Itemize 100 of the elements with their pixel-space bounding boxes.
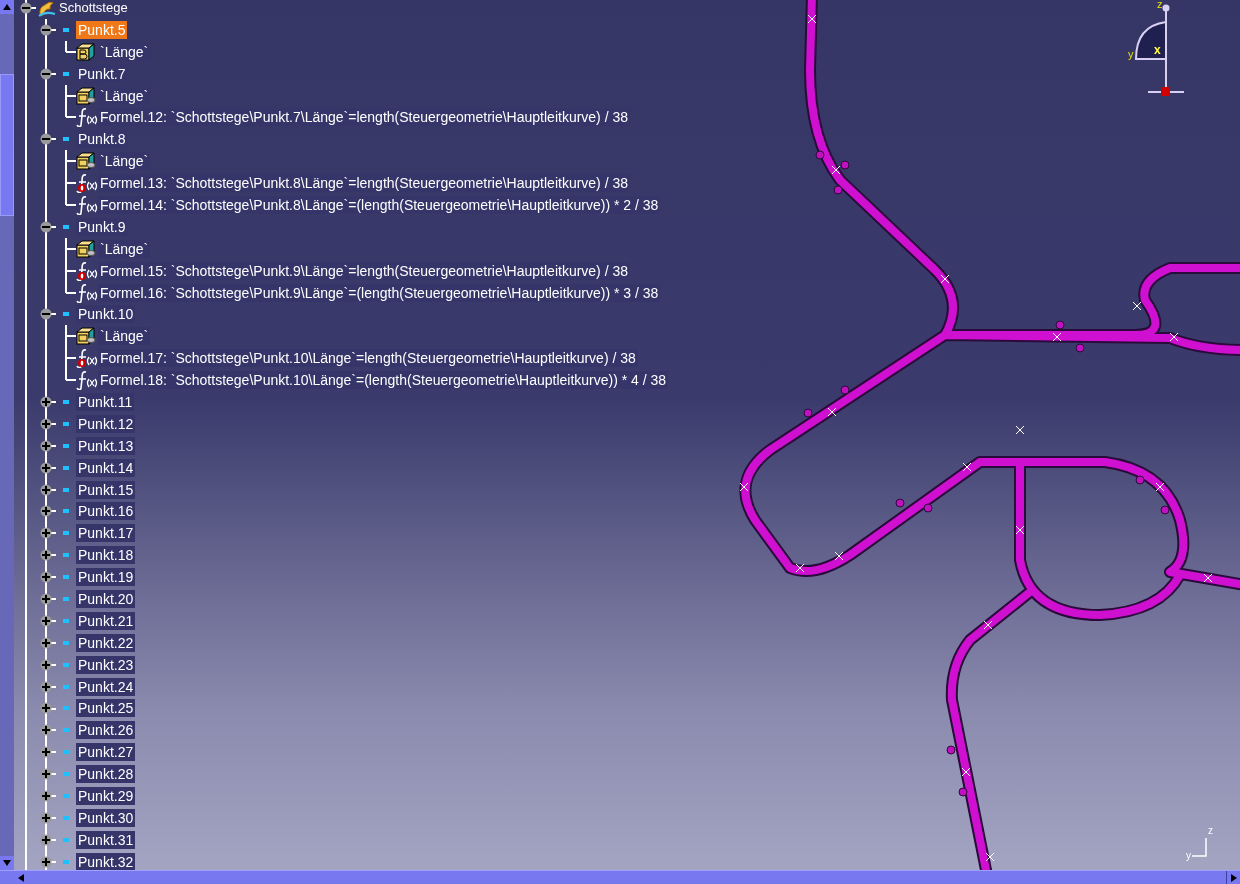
tree-item-label[interactable]: Punkt.20	[76, 590, 136, 608]
tree-item-label[interactable]: Punkt.31	[76, 830, 136, 849]
point-icon	[63, 71, 69, 76]
expand-icon[interactable]	[40, 724, 52, 737]
expand-icon[interactable]	[40, 483, 52, 496]
down-arrow-icon	[3, 860, 11, 866]
collapse-icon[interactable]	[40, 220, 52, 233]
tree-item-label[interactable]: Punkt.21	[76, 611, 136, 630]
tree-item-label[interactable]: Punkt.12	[76, 414, 136, 433]
scroll-up-button[interactable]	[0, 0, 14, 14]
point-icon	[63, 750, 69, 755]
expand-icon[interactable]	[40, 790, 52, 802]
expand-icon[interactable]	[40, 614, 52, 627]
expand-icon[interactable]	[40, 395, 52, 408]
tree-item-label[interactable]: Punkt.22	[76, 633, 136, 652]
tree-item-label[interactable]: Punkt.10	[76, 305, 136, 324]
point-icon	[63, 421, 69, 426]
tree-item-label[interactable]: Formel.12: `Schottstege\Punkt.7\Länge`=length(Steuergeometrie\Hauptleitkurve) / 38	[98, 108, 630, 127]
tree-item-label[interactable]: Punkt.14	[76, 458, 136, 477]
point-icon	[63, 794, 69, 798]
collapse-icon[interactable]	[20, 1, 32, 14]
expand-icon[interactable]	[40, 636, 52, 649]
right-arrow-icon	[1230, 873, 1237, 882]
expand-icon[interactable]	[40, 549, 52, 562]
point-icon	[63, 487, 69, 492]
axis-z-label: z	[1208, 826, 1213, 836]
point-icon	[63, 728, 69, 733]
point-icon	[63, 137, 69, 142]
point-icon	[63, 662, 69, 667]
tree-item-label[interactable]: Punkt.32	[76, 852, 136, 870]
axis-y-label: y	[1186, 851, 1191, 861]
point-icon	[63, 224, 69, 229]
tree-item-label[interactable]: Formel.18: `Schottstege\Punkt.10\Länge`=(length(Steuergeometrie\Hauptleitkurve)) * 4 / 38	[98, 371, 669, 390]
vertical-scrollbar[interactable]	[0, 0, 14, 870]
expand-icon[interactable]	[40, 746, 52, 759]
axis-triad-drawing	[1192, 838, 1208, 858]
left-arrow-icon	[18, 873, 24, 882]
scroll-thumb[interactable]	[0, 74, 14, 216]
expand-icon[interactable]	[40, 768, 52, 781]
tree-item-label[interactable]: Punkt.30	[76, 808, 136, 827]
tree-item-label[interactable]: Punkt.9	[76, 217, 128, 236]
expand-icon[interactable]	[40, 680, 52, 693]
tree-item-label[interactable]: Formel.16: `Schottstege\Punkt.9\Länge`=(length(Steuergeometrie\Hauptleitkurve)) * 3 / 38	[98, 283, 661, 302]
horizontal-scrollbar[interactable]	[0, 870, 1240, 884]
tree-item-label[interactable]: Punkt.25	[76, 699, 136, 718]
tree-item-label[interactable]: Punkt.18	[76, 546, 136, 565]
tree-item-label[interactable]: Punkt.28	[76, 765, 136, 784]
tree-item-label[interactable]: Punkt.11	[76, 392, 135, 411]
point-icon	[63, 509, 69, 514]
compass-x-label: x	[1154, 44, 1161, 56]
point-icon	[63, 575, 69, 580]
collapse-icon[interactable]	[40, 308, 52, 321]
collapse-icon[interactable]	[40, 133, 52, 146]
point-icon	[63, 618, 69, 623]
tree-item-label[interactable]: Formel.13: `Schottstege\Punkt.8\Länge`=length(Steuergeometrie\Hauptleitkurve) / 38	[98, 174, 630, 193]
expand-icon[interactable]	[40, 658, 52, 671]
expand-icon[interactable]	[40, 702, 52, 715]
point-icon	[63, 684, 69, 689]
tree-item-label[interactable]: `Länge`	[98, 327, 151, 346]
collapse-icon[interactable]	[40, 23, 52, 36]
point-icon	[63, 312, 69, 317]
point-icon	[63, 465, 69, 470]
tree-item-label[interactable]: Punkt.23	[76, 655, 136, 674]
tree-item-label[interactable]: Punkt.13	[76, 436, 136, 455]
expand-icon[interactable]	[40, 505, 52, 518]
expand-icon[interactable]	[40, 811, 52, 824]
part-body-icon	[37, 0, 57, 17]
point-icon	[63, 553, 69, 558]
tree-item-label[interactable]: Punkt.15	[76, 480, 136, 499]
tree-item-label[interactable]: Punkt.27	[76, 743, 136, 762]
point-icon	[63, 531, 69, 536]
scroll-down-button[interactable]	[0, 856, 14, 870]
tree-root-label[interactable]: Schottstege	[58, 0, 129, 17]
compass-y-label: y	[1128, 47, 1134, 62]
tree-item-label[interactable]: Formel.17: `Schottstege\Punkt.10\Länge`=length(Steuergeometrie\Hauptleitkurve) / 38	[98, 349, 638, 368]
tree-item-label[interactable]: `Länge`	[98, 239, 151, 258]
point-icon	[63, 27, 69, 32]
expand-icon[interactable]	[40, 833, 52, 846]
point-icon	[63, 772, 69, 777]
expand-icon[interactable]	[40, 527, 52, 540]
expand-icon[interactable]	[40, 439, 52, 452]
point-icon	[63, 399, 69, 404]
tree-item-label[interactable]: Punkt.24	[76, 677, 136, 696]
tree-item-label[interactable]: Punkt.16	[76, 502, 136, 521]
compass-z-label: z	[1157, 0, 1163, 12]
tree-item-label[interactable]: Punkt.26	[76, 721, 136, 740]
point-icon	[63, 597, 69, 601]
tree-item-label[interactable]: `Länge`	[98, 42, 151, 61]
tree-item-label[interactable]: Formel.15: `Schottstege\Punkt.9\Länge`=length(Steuergeometrie\Hauptleitkurve) / 38	[98, 261, 630, 280]
expand-icon[interactable]	[40, 571, 52, 584]
tree-item-label[interactable]: Punkt.19	[76, 568, 136, 587]
expand-icon[interactable]	[40, 417, 52, 430]
up-arrow-icon	[3, 4, 11, 10]
tree-item-label[interactable]: Punkt.29	[76, 787, 136, 805]
expand-icon[interactable]	[40, 855, 52, 868]
expand-icon[interactable]	[40, 593, 52, 605]
collapse-icon[interactable]	[40, 67, 52, 80]
expand-icon[interactable]	[40, 461, 52, 474]
tree-item-label[interactable]: Punkt.17	[76, 524, 136, 543]
point-icon	[63, 706, 69, 711]
